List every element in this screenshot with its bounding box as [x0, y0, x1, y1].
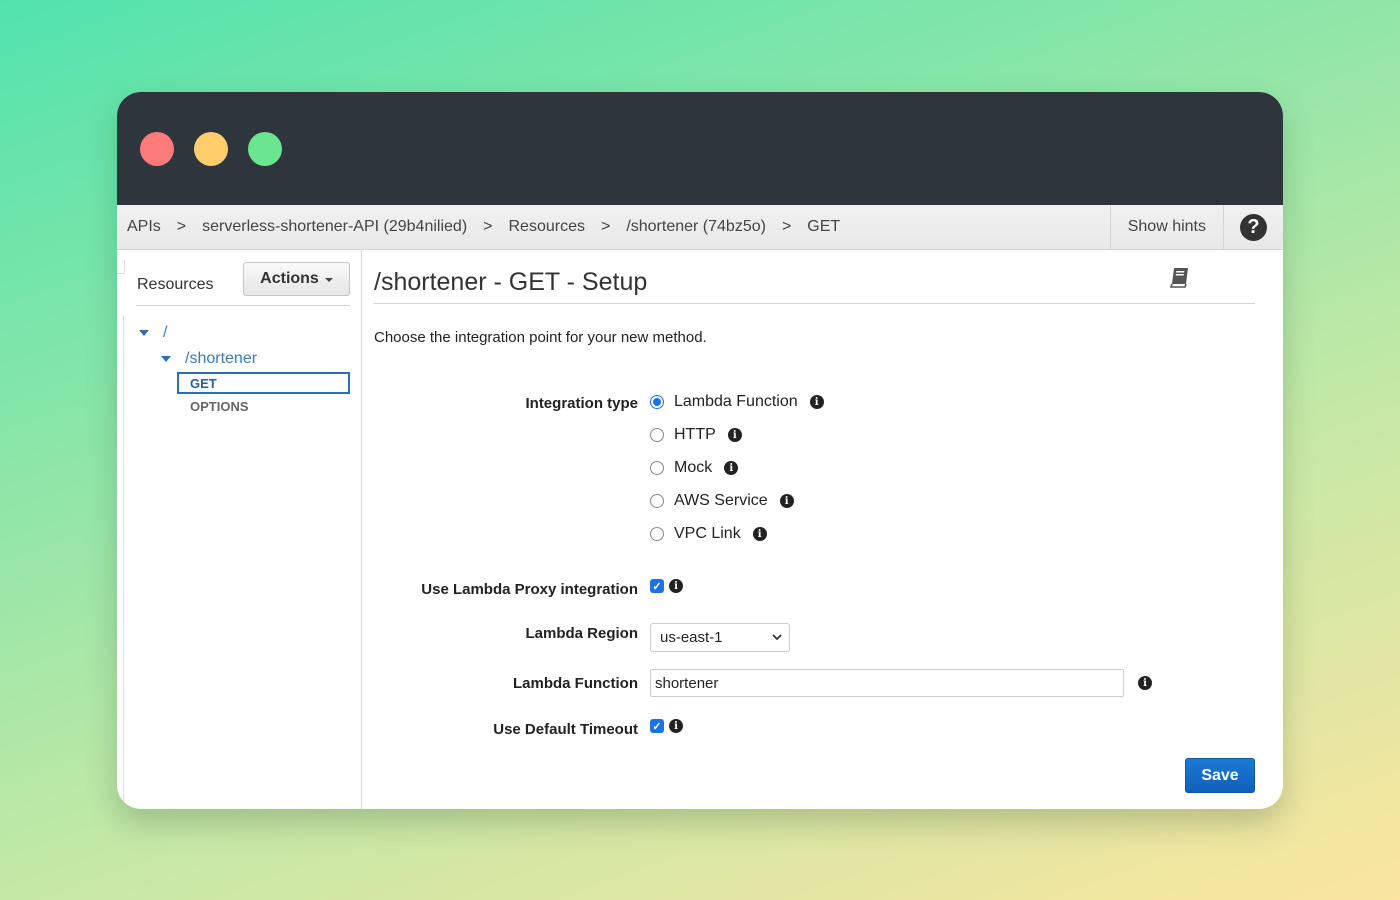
- breadcrumb-resources[interactable]: Resources: [508, 218, 584, 236]
- proxy-integration-field: ✓ i: [650, 579, 683, 593]
- radio-label: VPC Link: [674, 525, 741, 542]
- tree-item-label: /: [163, 324, 168, 341]
- content-area: Resources Actions / /shortener GET OPTIO…: [117, 250, 1283, 809]
- sidebar-header: Resources Actions: [136, 262, 350, 306]
- radio-vpc-link[interactable]: VPC Link i: [650, 525, 767, 543]
- question-circle-icon: ?: [1240, 213, 1267, 241]
- lambda-function-label: Lambda Function: [513, 675, 638, 692]
- radio-mock[interactable]: Mock i: [650, 459, 739, 477]
- radio-label: AWS Service: [674, 492, 768, 509]
- lambda-function-input[interactable]: [650, 669, 1124, 697]
- default-timeout-field: ✓ i: [650, 719, 683, 733]
- radio-button[interactable]: [650, 395, 664, 409]
- radio-label: Mock: [674, 459, 713, 476]
- method-setup-panel: /shortener - GET - Setup Choose the inte…: [373, 250, 1255, 809]
- resources-sidebar: Resources Actions / /shortener GET OPTIO…: [117, 250, 362, 809]
- info-icon[interactable]: i: [1138, 676, 1152, 690]
- info-icon[interactable]: i: [752, 527, 767, 541]
- radio-button[interactable]: [650, 527, 664, 541]
- info-icon[interactable]: i: [724, 461, 739, 475]
- radio-button[interactable]: [650, 494, 664, 508]
- integration-type-label: Integration type: [525, 395, 638, 412]
- radio-label: Lambda Function: [674, 393, 798, 410]
- proxy-integration-label: Use Lambda Proxy integration: [421, 581, 638, 598]
- help-button[interactable]: ?: [1223, 205, 1283, 249]
- info-icon[interactable]: i: [669, 719, 683, 733]
- breadcrumb: APIs > serverless-shortener-API (29b4nil…: [117, 218, 1110, 236]
- info-icon[interactable]: i: [669, 579, 683, 593]
- breadcrumb-apis[interactable]: APIs: [127, 218, 161, 236]
- actions-dropdown-button[interactable]: Actions: [243, 262, 350, 296]
- sidebar-title: Resources: [137, 276, 214, 293]
- radio-http[interactable]: HTTP i: [650, 426, 742, 444]
- show-hints-button[interactable]: Show hints: [1109, 205, 1223, 249]
- tree-item-label: /shortener: [185, 350, 258, 367]
- save-button[interactable]: Save: [1185, 758, 1255, 793]
- expand-triangle-icon[interactable]: [139, 330, 149, 336]
- radio-button[interactable]: [650, 428, 664, 442]
- resource-tree: / /shortener GET OPTIONS: [139, 320, 350, 417]
- info-icon[interactable]: i: [727, 428, 742, 442]
- lambda-region-label: Lambda Region: [525, 625, 638, 642]
- page-title-bar: /shortener - GET - Setup: [373, 262, 1255, 304]
- radio-label: HTTP: [674, 426, 716, 443]
- book-icon[interactable]: [1169, 266, 1191, 290]
- breadcrumb-separator: >: [781, 218, 792, 235]
- window-titlebar: [117, 92, 1283, 205]
- maximize-window-button[interactable]: [248, 132, 282, 166]
- minimize-window-button[interactable]: [194, 132, 228, 166]
- radio-button[interactable]: [650, 461, 664, 475]
- lambda-region-value: us-east-1: [660, 629, 723, 646]
- tree-method-options[interactable]: OPTIONS: [177, 395, 350, 417]
- browser-window: APIs > serverless-shortener-API (29b4nil…: [117, 92, 1283, 809]
- tree-item-shortener[interactable]: /shortener: [161, 346, 350, 372]
- radio-lambda-function[interactable]: Lambda Function i: [650, 393, 824, 411]
- info-icon[interactable]: i: [779, 494, 794, 508]
- breadcrumb-resource[interactable]: /shortener (74bz5o): [626, 218, 766, 236]
- tree-method-get[interactable]: GET: [177, 372, 350, 394]
- caret-down-icon: [324, 278, 333, 282]
- proxy-integration-checkbox[interactable]: ✓: [650, 579, 664, 593]
- tree-item-root[interactable]: /: [139, 320, 350, 346]
- intro-text: Choose the integration point for your ne…: [374, 329, 707, 346]
- page-title: /shortener - GET - Setup: [374, 268, 648, 296]
- default-timeout-checkbox[interactable]: ✓: [650, 719, 664, 733]
- breadcrumb-api[interactable]: serverless-shortener-API (29b4nilied): [202, 218, 467, 236]
- breadcrumb-separator: >: [600, 218, 611, 235]
- breadcrumb-separator: >: [483, 218, 493, 235]
- actions-label: Actions: [260, 270, 319, 287]
- radio-aws-service[interactable]: AWS Service i: [650, 492, 794, 510]
- breadcrumb-separator: >: [176, 218, 187, 235]
- default-timeout-label: Use Default Timeout: [493, 721, 638, 738]
- chevron-down-icon: [772, 634, 782, 641]
- info-icon[interactable]: i: [809, 395, 824, 409]
- lambda-region-select[interactable]: us-east-1: [650, 623, 790, 652]
- breadcrumb-bar: APIs > serverless-shortener-API (29b4nil…: [117, 205, 1283, 250]
- close-window-button[interactable]: [140, 132, 174, 166]
- expand-triangle-icon[interactable]: [161, 356, 171, 362]
- breadcrumb-method: GET: [807, 218, 841, 235]
